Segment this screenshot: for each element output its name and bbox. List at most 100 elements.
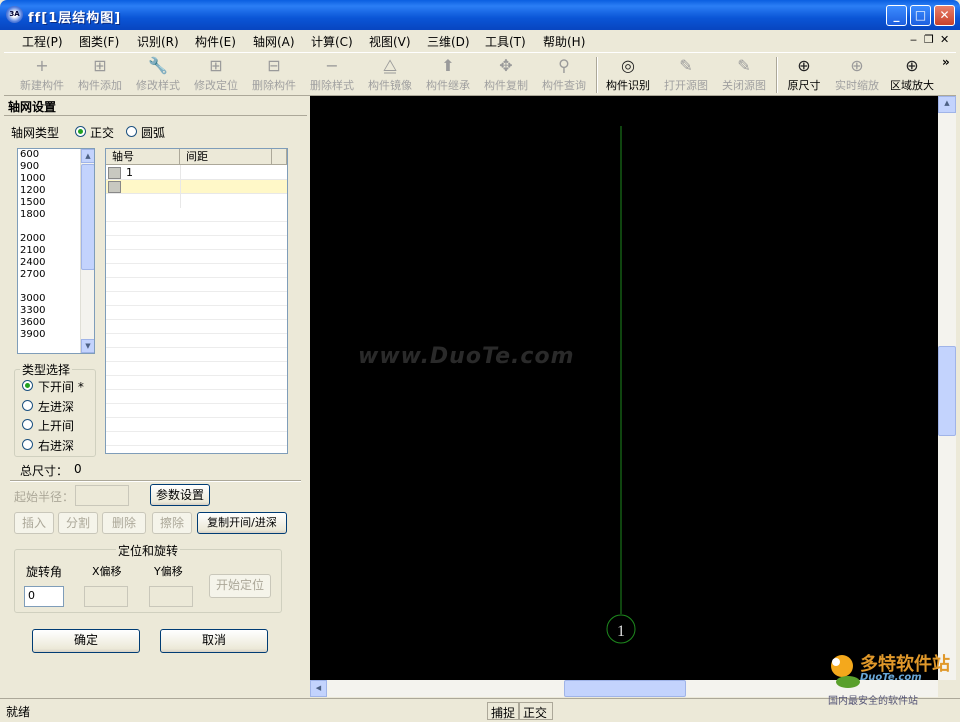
scroll-up-icon[interactable]: ▲ [938, 96, 956, 113]
scroll-thumb[interactable] [564, 680, 686, 697]
menu-axis-grid[interactable]: 轴网(A) [253, 33, 295, 50]
start-positioning-button[interactable]: 开始定位 [209, 574, 271, 598]
delete-component-button[interactable]: ⊟ 删除构件 [246, 55, 302, 95]
watermark: www.DuoTe.com [358, 344, 575, 369]
table-row[interactable] [106, 180, 287, 194]
table-row[interactable]: 1 [106, 166, 287, 180]
table-header-spacing[interactable]: 间距 [180, 149, 272, 165]
type-top-bay-label[interactable]: 上开间 [38, 417, 74, 434]
grid-type-arc-radio[interactable] [126, 126, 137, 137]
cancel-button[interactable]: 取消 [160, 629, 268, 653]
spacing-listbox[interactable]: 600 900 1000 1200 1500 1800 2000 2100 24… [17, 148, 95, 354]
mdi-minimize-button[interactable]: ‒ [910, 33, 917, 46]
type-select-title: 类型选择 [20, 361, 73, 378]
menu-recognize[interactable]: 识别(R) [137, 33, 179, 50]
type-bottom-bay-label[interactable]: 下开间 * [38, 378, 84, 395]
ortho-toggle[interactable]: 正交 [519, 702, 553, 720]
mirror-component-button[interactable]: ⧋ 构件镜像 [362, 55, 418, 95]
y-offset-input[interactable] [149, 586, 193, 607]
original-size-button[interactable]: ⊕ 原尺寸 [780, 55, 828, 95]
start-radius-input[interactable] [75, 485, 129, 506]
zoom-area-icon: ⊕ [905, 56, 919, 75]
copy-component-button[interactable]: ✥ 构件复制 [478, 55, 534, 95]
menu-help[interactable]: 帮助(H) [543, 33, 585, 50]
scroll-up-icon[interactable]: ▲ [81, 149, 94, 163]
total-size-value: 0 [74, 462, 82, 476]
close-source-drawing-button[interactable]: ✎ 关闭源图 [716, 55, 772, 95]
copy-bay-depth-button[interactable]: 复制开间/进深 [197, 512, 287, 534]
mdi-close-button[interactable]: ✕ [940, 33, 949, 46]
menu-3d[interactable]: 三维(D) [427, 33, 470, 50]
app-icon[interactable]: 3A [6, 6, 23, 23]
drawing-svg: 1 [606, 126, 636, 644]
realtime-zoom-button[interactable]: ⊕ 实时缩放 [830, 55, 884, 95]
mdi-restore-button[interactable]: ❐ [924, 33, 934, 46]
y-offset-label: Y偏移 [154, 565, 183, 578]
type-left-depth-radio[interactable] [22, 400, 33, 411]
delete-style-button[interactable]: − 删除样式 [304, 55, 360, 95]
delete-button[interactable]: 删除 [102, 512, 146, 534]
scroll-thumb[interactable] [81, 164, 94, 270]
binoculars-icon: ⚲ [558, 56, 570, 75]
grid-delete-icon: ⊟ [267, 56, 281, 75]
grid-type-arc-label[interactable]: 圆弧 [141, 124, 165, 141]
modify-position-button[interactable]: ⊞ 修改定位 [188, 55, 244, 95]
panel-title: 轴网设置 [4, 96, 307, 116]
type-bottom-bay-radio[interactable] [22, 380, 33, 391]
type-top-bay-radio[interactable] [22, 419, 33, 430]
x-offset-input[interactable] [84, 586, 128, 607]
ok-button[interactable]: 确定 [32, 629, 140, 653]
modify-style-button[interactable]: 🔧 修改样式 [130, 55, 186, 95]
new-component-button[interactable]: + 新建构件 [14, 55, 70, 95]
rotate-angle-input[interactable]: 0 [24, 586, 64, 607]
grid-type-orthogonal-label[interactable]: 正交 [90, 124, 114, 141]
open-source-drawing-button[interactable]: ✎ 打开源图 [658, 55, 714, 95]
grid-type-orthogonal-radio[interactable] [75, 126, 86, 137]
menu-project[interactable]: 工程(P) [22, 33, 63, 50]
maximize-button[interactable]: □ [910, 5, 931, 26]
snap-toggle[interactable]: 捕捉 [487, 702, 519, 720]
scroll-left-icon[interactable]: ◀ [310, 680, 327, 697]
row-selector[interactable] [108, 167, 121, 179]
toolbar-more-button[interactable]: » [942, 55, 950, 69]
open-drawing-icon: ✎ [679, 56, 693, 75]
scroll-thumb[interactable] [938, 346, 956, 436]
type-right-depth-label[interactable]: 右进深 [38, 437, 74, 454]
grid-add-icon: ⊞ [93, 56, 107, 75]
arrow-up-icon: ⬆ [441, 56, 455, 75]
rotate-angle-label: 旋转角 [26, 565, 63, 579]
mirror-icon: ⧋ [382, 56, 398, 75]
zoom-area-button[interactable]: ⊕ 区域放大 [886, 55, 938, 95]
query-component-button[interactable]: ⚲ 构件查询 [536, 55, 592, 95]
menu-view[interactable]: 视图(V) [369, 33, 411, 50]
drawing-canvas[interactable]: 1 [310, 96, 938, 680]
spacing-list-scrollbar[interactable]: ▲ ▼ [80, 149, 94, 353]
table-header-axis-no[interactable]: 轴号 [106, 149, 180, 165]
type-right-depth-radio[interactable] [22, 439, 33, 450]
add-component-button[interactable]: ⊞ 构件添加 [72, 55, 128, 95]
erase-button[interactable]: 擦除 [152, 512, 192, 534]
menu-calculate[interactable]: 计算(C) [311, 33, 353, 50]
logo-slogan: 国内最安全的软件站 [828, 696, 918, 707]
scroll-down-icon[interactable]: ▼ [81, 339, 94, 353]
recognize-component-button[interactable]: ◎ 构件识别 [600, 55, 656, 95]
axis-spacing-table[interactable]: 轴号 间距 1 [105, 148, 288, 454]
insert-button[interactable]: 插入 [14, 512, 54, 534]
menu-tools[interactable]: 工具(T) [485, 33, 526, 50]
menu-component[interactable]: 构件(E) [195, 33, 236, 50]
position-rotation-title: 定位和旋转 [116, 542, 181, 559]
close-button[interactable]: ✕ [934, 5, 955, 26]
total-size-label: 总尺寸： [20, 464, 69, 478]
param-settings-button[interactable]: 参数设置 [150, 484, 210, 506]
status-text: 就绪 [6, 705, 31, 719]
menu-drawing-type[interactable]: 图类(F) [79, 33, 119, 50]
toolbar-separator [596, 57, 598, 93]
minimize-button[interactable]: _ [886, 5, 907, 26]
table-cell-axis-no[interactable]: 1 [126, 166, 133, 179]
canvas-vertical-scrollbar[interactable]: ▲ [938, 96, 956, 680]
inherit-component-button[interactable]: ⬆ 构件继承 [420, 55, 476, 95]
row-selector[interactable] [108, 181, 121, 193]
divider [10, 480, 301, 482]
type-left-depth-label[interactable]: 左进深 [38, 398, 74, 415]
split-button[interactable]: 分割 [58, 512, 98, 534]
